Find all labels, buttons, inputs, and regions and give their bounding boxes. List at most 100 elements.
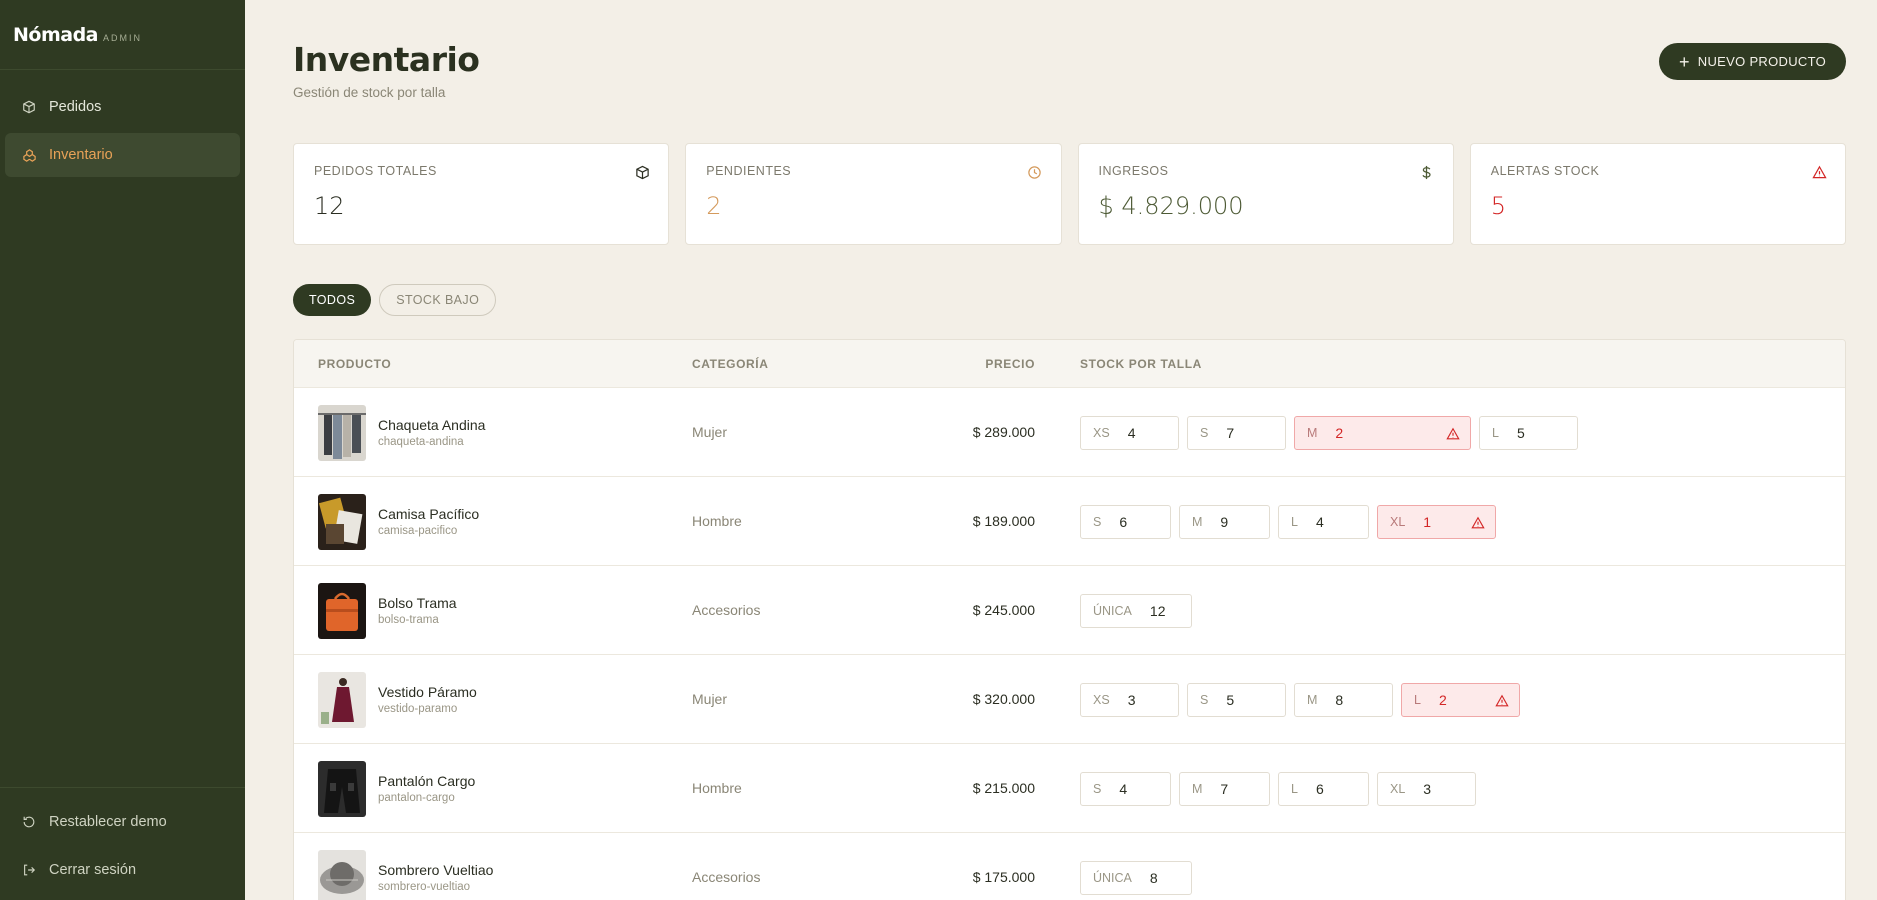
table-row[interactable]: Pantalón Cargo pantalon-cargo Hombre $ 215.… (294, 744, 1845, 833)
size-stock-xs[interactable]: XS 4 (1080, 416, 1179, 450)
size-stock-l[interactable]: L5 (1479, 416, 1578, 450)
new-product-label: NUEVO PRODUCTO (1697, 54, 1826, 69)
product-name[interactable]: Pantalón Cargo (378, 773, 475, 789)
table-row[interactable]: Vestido Páramo vestido-paramo Mujer $ 320.0… (294, 655, 1845, 744)
stat-label: INGRESOS (1098, 164, 1169, 178)
size-stock-m[interactable]: M9 (1179, 505, 1270, 539)
logout-icon (21, 862, 37, 878)
size-stock-s[interactable]: S7 (1187, 416, 1286, 450)
page-title: Inventario (293, 40, 480, 79)
product-category: Hombre (692, 513, 742, 529)
size-stock-xs[interactable]: XS 3 (1080, 683, 1179, 717)
product-slug: chaqueta-andina (378, 436, 464, 448)
size-label: XL (1390, 782, 1406, 796)
reset-demo-button[interactable]: Restablecer demo (5, 800, 240, 844)
size-label: L (1291, 515, 1298, 529)
product-thumbnail (318, 850, 366, 900)
size-quantity: 3 (1423, 781, 1432, 797)
size-stock-list: XS 3 S 5 M 8 L 2 (1080, 683, 1520, 717)
stat-value: $ 4.829.000 (1098, 192, 1244, 220)
size-stock-m[interactable]: M2 (1294, 416, 1471, 450)
product-slug: bolso-trama (378, 614, 439, 626)
product-name[interactable]: Camisa Pacífico (378, 506, 479, 522)
size-label: L (1414, 693, 1421, 707)
product-thumbnail (318, 672, 366, 728)
sidebar-footer: Restablecer demo Cerrar sesión (0, 787, 245, 900)
header-category: CATEGORÍA (692, 356, 769, 371)
sidebar-item-label: Restablecer demo (49, 814, 167, 830)
size-stock-list: ÚNICA 12 (1080, 594, 1192, 628)
table-header: PRODUCTO CATEGORÍA PRECIO STOCK POR TALL… (294, 340, 1845, 388)
stat-card-orders: PEDIDOS TOTALES 12 (293, 143, 670, 245)
size-quantity: 8 (1335, 692, 1344, 708)
box-icon (21, 99, 37, 115)
alert-icon (1495, 694, 1509, 708)
size-stock-m[interactable]: M7 (1179, 772, 1270, 806)
product-thumbnail (318, 761, 366, 817)
size-label: M (1192, 782, 1203, 796)
stat-card-alerts: ALERTAS STOCK 5 (1469, 143, 1846, 245)
product-name[interactable]: Sombrero Vueltiao (378, 862, 493, 878)
stat-value: 12 (314, 192, 345, 220)
product-slug: sombrero-vueltiao (378, 881, 471, 893)
product-thumbnail (318, 494, 366, 550)
sidebar-item-pedidos[interactable]: Pedidos (5, 85, 240, 129)
size-quantity: 7 (1220, 781, 1229, 797)
size-quantity: 8 (1149, 870, 1158, 886)
logout-button[interactable]: Cerrar sesión (5, 848, 240, 892)
size-label: S (1093, 782, 1102, 796)
size-label: S (1093, 515, 1102, 529)
product-name[interactable]: Bolso Trama (378, 595, 457, 611)
layers-icon (21, 147, 37, 163)
size-stock-s[interactable]: S5 (1187, 683, 1286, 717)
stat-value: 5 (1490, 192, 1507, 220)
size-stock-xl[interactable]: XL 3 (1377, 772, 1476, 806)
product-category: Accesorios (692, 602, 761, 618)
filter-all[interactable]: TODOS (293, 284, 372, 316)
sidebar-item-label: Inventario (49, 147, 113, 163)
size-stock-l[interactable]: L6 (1278, 772, 1369, 806)
size-stock-única[interactable]: ÚNICA 12 (1080, 594, 1192, 628)
table-row[interactable]: Camisa Pacífico camisa-pacifico Hombre $ 18… (294, 477, 1845, 566)
table-row[interactable]: Sombrero Vueltiao sombrero-vueltiao Acceso… (294, 833, 1845, 900)
size-label: XS (1093, 693, 1110, 707)
header-stock: STOCK POR TALLA (1080, 356, 1202, 371)
filter-low-stock[interactable]: STOCK BAJO (379, 284, 497, 316)
header-product: PRODUCTO (318, 356, 392, 371)
size-label: S (1200, 426, 1209, 440)
size-stock-list: XS 4 S 7 M 2 L 5 (1080, 416, 1578, 450)
size-stock-xl[interactable]: XL 1 (1377, 505, 1496, 539)
size-stock-list: ÚNICA 8 (1080, 861, 1192, 895)
size-stock-s[interactable]: S6 (1080, 505, 1171, 539)
size-stock-s[interactable]: S4 (1080, 772, 1171, 806)
alert-icon (1811, 164, 1827, 180)
brand-tag: ADMIN (103, 32, 142, 43)
product-name[interactable]: Vestido Páramo (378, 684, 477, 700)
product-category: Mujer (692, 424, 728, 440)
size-stock-list: S 6 M 9 L 4 XL 1 (1080, 505, 1496, 539)
size-label: XL (1390, 515, 1406, 529)
brand[interactable]: Nómada ADMIN (0, 0, 245, 70)
sidebar-item-inventario[interactable]: Inventario (5, 133, 240, 177)
size-quantity: 7 (1226, 425, 1235, 441)
table-row[interactable]: Bolso Trama bolso-trama Accesorios $ 245.00… (294, 566, 1845, 655)
new-product-button[interactable]: + NUEVO PRODUCTO (1658, 43, 1846, 80)
product-price: $ 175.000 (972, 869, 1035, 885)
product-price: $ 189.000 (972, 513, 1035, 529)
size-stock-l[interactable]: L4 (1278, 505, 1369, 539)
sidebar-item-label: Cerrar sesión (49, 862, 137, 878)
size-quantity: 1 (1423, 514, 1432, 530)
product-name[interactable]: Chaqueta Andina (378, 417, 485, 433)
size-label: M (1307, 693, 1318, 707)
stat-label: PEDIDOS TOTALES (314, 164, 437, 178)
size-stock-m[interactable]: M8 (1294, 683, 1393, 717)
product-slug: vestido-paramo (378, 703, 458, 715)
reset-icon (21, 814, 37, 830)
box-icon (634, 164, 650, 180)
size-stock-única[interactable]: ÚNICA 8 (1080, 861, 1192, 895)
table-row[interactable]: Chaqueta Andina chaqueta-andina Mujer $ 289… (294, 388, 1845, 477)
size-label: L (1291, 782, 1298, 796)
size-quantity: 5 (1516, 425, 1525, 441)
size-label: L (1492, 426, 1499, 440)
size-stock-l[interactable]: L2 (1401, 683, 1520, 717)
